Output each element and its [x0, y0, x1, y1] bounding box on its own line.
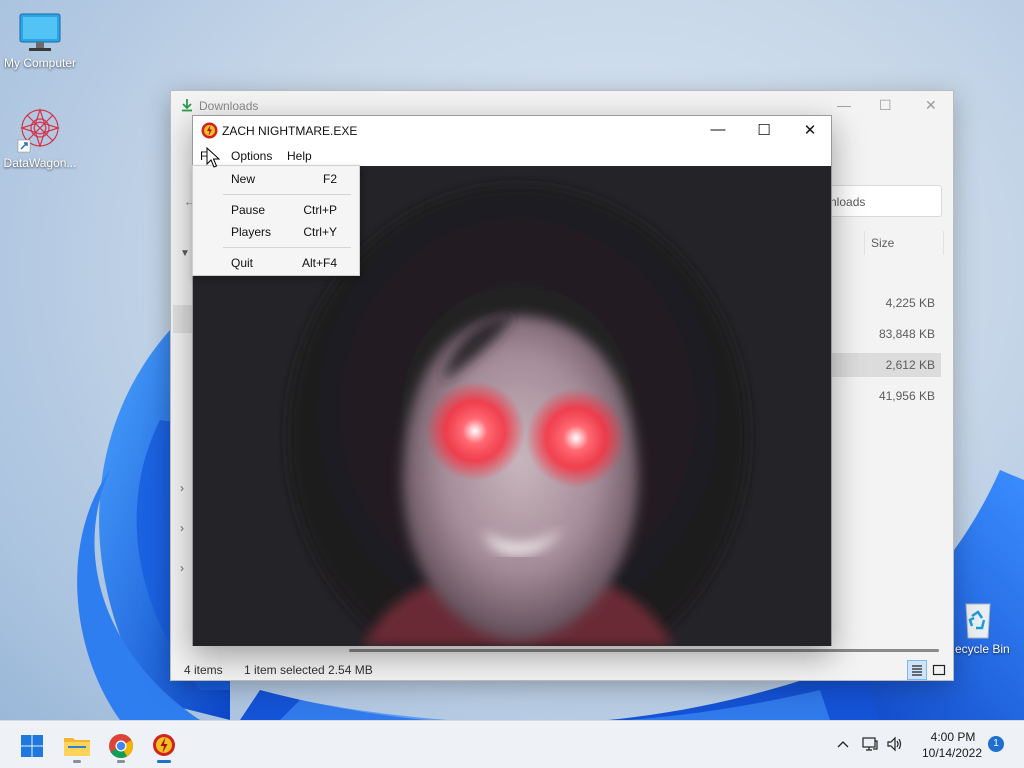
running-indicator: [117, 760, 125, 763]
start-icon: [21, 735, 43, 757]
game-title: ZACH NIGHTMARE.EXE: [222, 124, 358, 138]
menu-separator: [223, 194, 351, 195]
column-divider[interactable]: [943, 231, 944, 255]
menu-item-shortcut: Ctrl+Y: [303, 225, 337, 239]
tiles-view-icon: [932, 664, 946, 676]
menu-item-label: New: [231, 172, 256, 186]
chevron-right-icon[interactable]: ›: [180, 481, 184, 495]
notification-badge[interactable]: 1: [988, 736, 1004, 752]
datawagon-shortcut-icon: [17, 108, 60, 153]
maximize-button[interactable]: ☐: [741, 116, 787, 146]
file-size-cell: 2,612 KB: [885, 358, 935, 372]
chevron-up-icon[interactable]: [835, 737, 851, 753]
menu-item-new[interactable]: New F2: [193, 168, 359, 190]
desktop-icon-label: DataWagon...: [3, 156, 77, 170]
column-header-size[interactable]: Size: [871, 236, 894, 250]
menu-item-shortcut: F2: [322, 172, 337, 186]
chevron-right-icon[interactable]: ›: [180, 561, 184, 575]
nav-pane-selected-item[interactable]: [173, 305, 193, 333]
chevron-right-icon[interactable]: ›: [180, 521, 184, 535]
menu-item-label: Quit: [231, 256, 254, 270]
menu-item-label: Pause: [231, 203, 266, 217]
search-input[interactable]: nloads: [819, 185, 942, 217]
mouse-cursor-icon: [206, 147, 220, 168]
details-view-icon: [912, 665, 922, 676]
file-size-cell: 4,225 KB: [885, 296, 935, 310]
menu-item-pause[interactable]: Pause Ctrl+P: [193, 199, 359, 221]
game-menubar: Fi Options Help: [193, 146, 831, 166]
chevron-down-icon[interactable]: ▼: [180, 248, 190, 259]
details-view-button[interactable]: [907, 660, 927, 680]
horizontal-scrollbar[interactable]: [349, 649, 939, 652]
menu-item-shortcut: Alt+F4: [301, 256, 337, 270]
file-size-cell: 41,956 KB: [878, 389, 935, 403]
menu-help[interactable]: Help: [287, 149, 312, 163]
minimize-icon[interactable]: —: [837, 97, 851, 113]
status-item-count: 4 items: [184, 663, 223, 677]
clock-time[interactable]: 4:00 PM: [918, 730, 988, 744]
minimize-button[interactable]: —: [695, 116, 741, 146]
file-dropdown-menu: New F2 Pause Ctrl+P Players Ctrl+Y Quit …: [192, 165, 360, 276]
menu-item-quit[interactable]: Quit Alt+F4: [193, 252, 359, 274]
desktop-icon-my-computer[interactable]: My Computer: [0, 12, 80, 70]
download-icon: [182, 99, 192, 112]
menu-item-shortcut: Ctrl+P: [303, 203, 337, 217]
file-size-cell: 83,848 KB: [878, 327, 935, 341]
menu-item-label: Players: [231, 225, 272, 239]
clock-date[interactable]: 10/14/2022: [912, 746, 992, 760]
desktop-icon-label: My Computer: [3, 56, 77, 70]
column-divider[interactable]: [864, 231, 865, 255]
explorer-title: Downloads: [199, 99, 259, 113]
menu-options[interactable]: Options: [231, 149, 272, 163]
close-button[interactable]: ✕: [787, 116, 833, 146]
right-eye-glow: [526, 388, 626, 488]
running-indicator: [157, 760, 171, 763]
menu-item-players[interactable]: Players Ctrl+Y: [193, 221, 359, 243]
left-eye-glow: [425, 381, 525, 481]
menu-separator: [223, 247, 351, 248]
game-titlebar[interactable]: ZACH NIGHTMARE.EXE — ☐ ✕: [193, 116, 831, 146]
taskbar-chrome[interactable]: [102, 727, 140, 765]
volume-icon[interactable]: [886, 735, 904, 753]
taskbar: 4:00 PM 10/14/2022: [0, 720, 1024, 768]
maximize-icon[interactable]: ☐: [879, 97, 892, 114]
network-icon[interactable]: [861, 735, 879, 753]
monitor-icon: [19, 13, 61, 51]
recycle-bin-icon: [965, 603, 991, 639]
search-input-text: nloads: [830, 195, 866, 209]
taskbar-zach-nightmare[interactable]: [145, 727, 183, 765]
zach-nightmare-app-icon: [201, 122, 218, 139]
status-selection: 1 item selected 2.54 MB: [244, 663, 373, 677]
start-button[interactable]: [13, 727, 51, 765]
tiles-view-button[interactable]: [929, 660, 949, 680]
desktop-icon-datawagon[interactable]: DataWagon...: [0, 106, 80, 170]
running-indicator: [73, 760, 81, 763]
close-icon[interactable]: ✕: [925, 97, 937, 114]
taskbar-file-explorer[interactable]: [58, 727, 96, 765]
